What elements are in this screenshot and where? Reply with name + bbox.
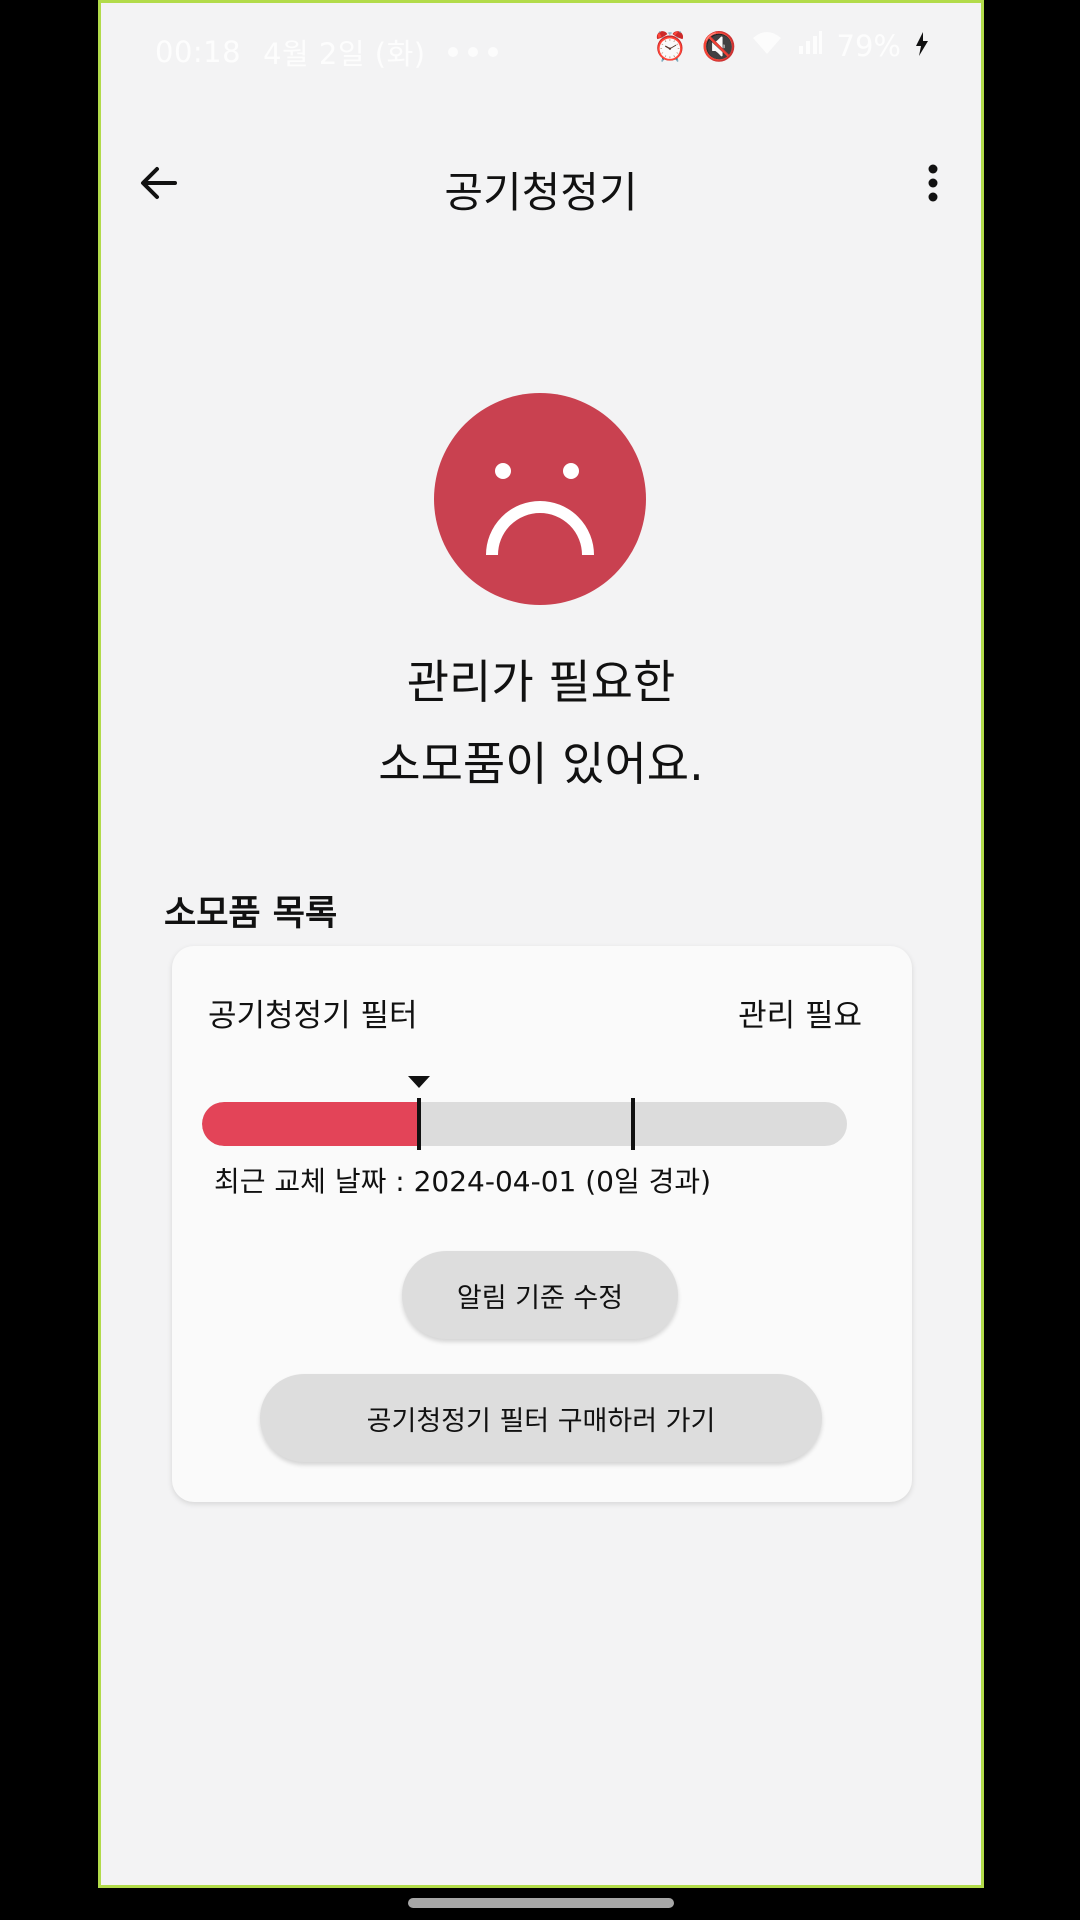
section-title: 소모품 목록 [164, 894, 338, 934]
consumable-card: 공기청정기 필터 관리 필요 최근 교체 날짜 : 2024-04-01 (0일… [172, 946, 912, 1502]
status-headline: 관리가 필요한 소모품이 있어요. [101, 641, 981, 805]
threshold-marker [417, 1098, 421, 1150]
app-bar: 공기청정기 [101, 143, 981, 223]
consumable-status: 관리 필요 [738, 998, 862, 1034]
headline-line-1: 관리가 필요한 [406, 655, 676, 709]
sad-face-icon [434, 393, 646, 605]
home-indicator[interactable] [408, 1898, 674, 1908]
letterbox-right [984, 0, 1080, 1920]
app-screen: 00:18 4월 2일 (화) ⏰ 🔇 79% 공기청정기 관리가 필요한 소모… [98, 0, 984, 1888]
more-options-button[interactable] [905, 155, 961, 211]
progress-fill [202, 1102, 422, 1146]
mute-icon: 🔇 [701, 29, 737, 63]
signal-icon [797, 30, 823, 63]
progress-marker-icon [408, 1076, 430, 1088]
notification-dots-icon [447, 47, 498, 57]
buy-filter-button[interactable]: 공기청정기 필터 구매하러 가기 [260, 1374, 822, 1462]
more-vert-icon [928, 164, 938, 202]
edit-alert-criteria-button[interactable]: 알림 기준 수정 [402, 1251, 678, 1339]
last-replaced-date: 최근 교체 날짜 : 2024-04-01 (0일 경과) [214, 1165, 712, 1198]
status-date: 4월 2일 (화) [263, 37, 426, 71]
status-bar: 00:18 4월 2일 (화) ⏰ 🔇 79% [101, 3, 981, 89]
headline-line-2: 소모품이 있어요. [378, 737, 704, 791]
alarm-icon: ⏰ [652, 29, 688, 63]
charging-icon [915, 30, 929, 63]
consumable-progress-bar [202, 1102, 847, 1146]
consumable-name: 공기청정기 필터 [208, 998, 418, 1034]
status-time: 00:18 [155, 35, 242, 69]
wifi-icon [751, 30, 783, 63]
letterbox-left [0, 0, 98, 1920]
battery-percent: 79% [836, 29, 901, 63]
page-title: 공기청정기 [444, 168, 638, 217]
threshold-marker [631, 1098, 635, 1150]
